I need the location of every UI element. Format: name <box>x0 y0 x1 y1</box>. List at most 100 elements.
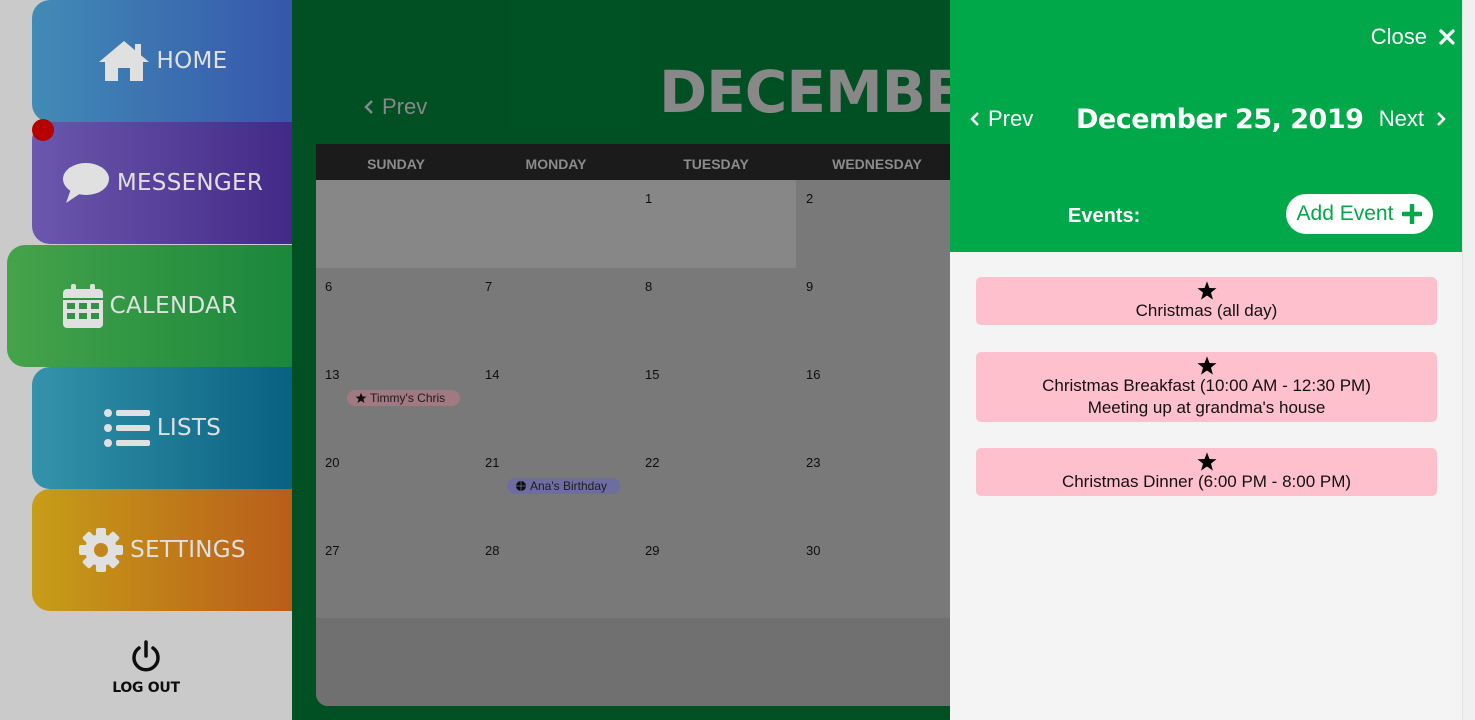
day-cell[interactable]: 2 <box>797 180 950 268</box>
nav-settings[interactable]: SETTINGS <box>32 489 292 611</box>
day-number: 21 <box>485 455 500 470</box>
calendar-event-label: Ana's Birthday <box>530 479 607 493</box>
day-number: 20 <box>325 455 340 470</box>
logout-label: LOG OUT <box>112 680 180 696</box>
day-cell[interactable]: 1 <box>636 180 796 268</box>
day-number: 2 <box>806 191 814 206</box>
home-icon <box>98 41 149 81</box>
event-card[interactable]: Christmas (all day) <box>976 277 1437 325</box>
day-cell[interactable]: 15 <box>636 356 796 444</box>
speech-bubble-icon <box>62 163 109 203</box>
chevron-left-icon <box>364 100 373 114</box>
day-prev-button[interactable]: Prev <box>970 106 1033 132</box>
day-detail-panel: Close Prev December 25, 2019 Next Events… <box>950 0 1462 720</box>
day-next-button[interactable]: Next <box>1379 106 1446 132</box>
day-number: 27 <box>325 543 340 558</box>
plus-icon <box>1402 204 1423 224</box>
logout-button[interactable]: LOG OUT <box>92 640 200 696</box>
weekday-sunday: SUNDAY <box>367 156 425 172</box>
close-label: Close <box>1370 24 1427 49</box>
day-cell[interactable]: 7 <box>476 268 636 356</box>
ball-icon <box>516 481 526 491</box>
close-button[interactable]: Close <box>1371 24 1455 50</box>
day-cell-empty <box>476 180 636 268</box>
day-next-label: Next <box>1378 106 1424 131</box>
day-number: 23 <box>806 455 821 470</box>
weekday-wednesday: WEDNESDAY <box>832 156 922 172</box>
day-number: 1 <box>645 191 653 206</box>
day-cell[interactable]: 28 <box>476 532 636 620</box>
day-cell[interactable]: 9 <box>797 268 950 356</box>
day-cell[interactable]: 29 <box>636 532 796 620</box>
event-note: Meeting up at grandma's house <box>1087 398 1326 417</box>
day-cell[interactable]: 20 <box>316 444 476 532</box>
event-title: Christmas (all day) <box>1135 301 1278 320</box>
day-number: 30 <box>806 543 821 558</box>
event-title: Christmas Dinner (6:00 PM - 8:00 PM) <box>1061 472 1352 491</box>
nav-calendar-label: CALENDAR <box>109 293 238 319</box>
add-event-label: Add Event <box>1296 202 1394 225</box>
list-icon <box>103 409 150 447</box>
day-cell[interactable]: 27 <box>316 532 476 620</box>
day-number: 29 <box>645 543 660 558</box>
power-icon <box>132 640 160 672</box>
weekday-tuesday: TUESDAY <box>683 156 749 172</box>
day-number: 7 <box>485 279 493 294</box>
nav-settings-label: SETTINGS <box>130 537 246 563</box>
day-cell[interactable]: 16 <box>797 356 950 444</box>
day-number: 8 <box>645 279 653 294</box>
nav-home-label: HOME <box>156 48 228 74</box>
calendar-area: Prev DECEMBER SUNDAY MONDAY TUESDAY WEDN… <box>292 0 1008 720</box>
calendar-prev-label: Prev <box>382 94 428 119</box>
nav-calendar[interactable]: CALENDAR <box>7 245 292 367</box>
day-number: 6 <box>325 279 333 294</box>
calendar-event-label: Timmy's Chris <box>370 391 446 405</box>
day-cell[interactable]: 14 <box>476 356 636 444</box>
nav-messenger[interactable]: MESSENGER <box>32 122 292 244</box>
day-cell[interactable]: 13 Timmy's Chris <box>316 356 476 444</box>
chevron-left-icon <box>970 112 979 126</box>
selected-date: December 25, 2019 <box>1076 104 1364 135</box>
day-number: 13 <box>325 367 340 382</box>
day-number: 16 <box>806 367 821 382</box>
weekday-monday: MONDAY <box>525 156 587 172</box>
events-heading: Events: <box>1068 205 1141 227</box>
weekday-header: SUNDAY MONDAY TUESDAY WEDNESDAY <box>316 144 950 180</box>
chevron-right-icon <box>1437 112 1446 126</box>
nav-home[interactable]: HOME <box>32 0 292 122</box>
event-title: Christmas Breakfast (10:00 AM - 12:30 PM… <box>1042 376 1371 395</box>
star-icon <box>1197 281 1216 300</box>
day-cell[interactable]: 8 <box>636 268 796 356</box>
day-number: 28 <box>485 543 500 558</box>
calendar-prev-button[interactable]: Prev <box>364 94 427 120</box>
day-cell[interactable]: 6 <box>316 268 476 356</box>
day-cell[interactable]: 22 <box>636 444 796 532</box>
sidebar: HOME MESSENGER CALENDAR LISTS SETTINGS L… <box>0 0 292 720</box>
calendar-event-chip[interactable]: Ana's Birthday <box>507 478 620 494</box>
close-icon <box>1439 29 1455 45</box>
day-number: 14 <box>485 367 500 382</box>
add-event-button[interactable]: Add Event <box>1286 194 1433 234</box>
calendar-event-chip[interactable]: Timmy's Chris <box>347 390 460 406</box>
day-cell[interactable]: 30 <box>797 532 950 620</box>
day-prev-label: Prev <box>988 106 1034 131</box>
star-icon <box>355 392 367 403</box>
day-cell-empty <box>316 180 476 268</box>
day-number: 9 <box>806 279 814 294</box>
day-cell[interactable]: 23 <box>797 444 950 532</box>
day-number: 22 <box>645 455 660 470</box>
gear-icon <box>79 528 124 572</box>
nav-lists[interactable]: LISTS <box>32 367 292 489</box>
page-scrollbar[interactable] <box>1462 0 1475 720</box>
event-card[interactable]: Christmas Breakfast (10:00 AM - 12:30 PM… <box>976 352 1437 422</box>
day-panel-header: Close Prev December 25, 2019 Next Events… <box>950 0 1462 252</box>
calendar-icon <box>62 284 103 328</box>
star-icon <box>1197 452 1216 471</box>
nav-messenger-label: MESSENGER <box>116 170 264 196</box>
star-icon <box>1197 356 1216 375</box>
day-cell[interactable]: 21 Ana's Birthday <box>476 444 636 532</box>
event-card[interactable]: Christmas Dinner (6:00 PM - 8:00 PM) <box>976 448 1437 496</box>
notification-dot <box>32 119 54 141</box>
day-number: 15 <box>645 367 660 382</box>
calendar-grid: SUNDAY MONDAY TUESDAY WEDNESDAY 1 2 6 7 <box>316 144 950 706</box>
